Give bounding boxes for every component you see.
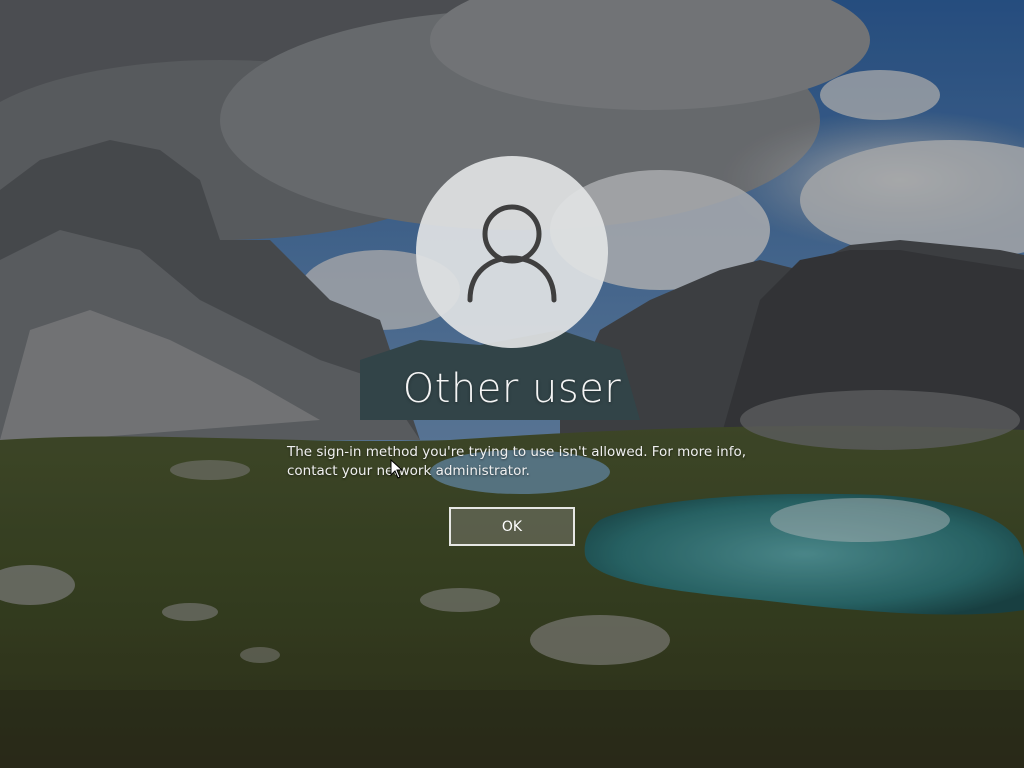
user-avatar (416, 156, 608, 348)
user-silhouette-icon (467, 204, 557, 303)
ok-button[interactable]: OK (449, 507, 575, 546)
sign-in-error-message: The sign-in method you're trying to use … (287, 444, 747, 479)
mouse-cursor-icon (390, 459, 404, 479)
user-name: Other user (402, 366, 622, 412)
